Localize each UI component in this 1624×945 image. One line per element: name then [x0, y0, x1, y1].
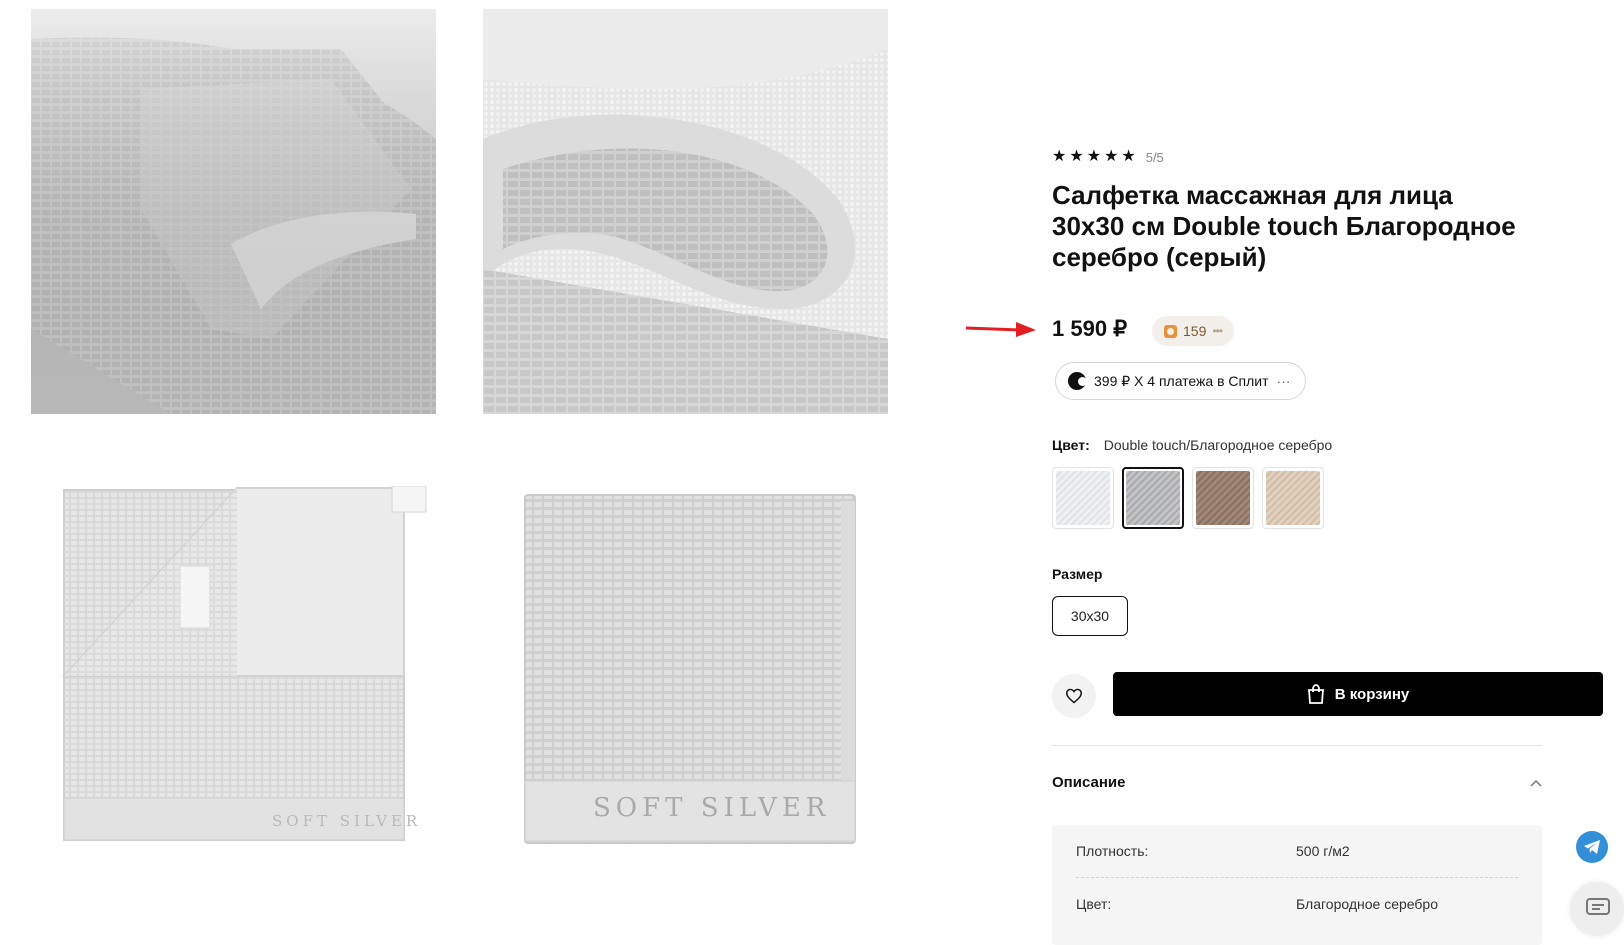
property-row: Цвет: Благородное серебро — [1076, 878, 1518, 930]
swatch-fill — [1196, 471, 1250, 525]
color-label: Цвет: — [1052, 437, 1090, 453]
star-icon: ★ — [1069, 148, 1084, 165]
color-swatch-brown[interactable] — [1192, 467, 1254, 529]
description-title: Описание — [1052, 774, 1126, 791]
divider — [1052, 745, 1542, 746]
heart-icon — [1065, 688, 1083, 704]
photo-4-brand-label: SOFT SILVER — [593, 793, 831, 823]
property-row: Плотность: 500 г/м2 — [1076, 825, 1518, 878]
split-more-icon: ··· — [1276, 373, 1291, 389]
split-logo-icon — [1068, 372, 1087, 390]
star-icon: ★ — [1086, 148, 1102, 165]
swatch-fill — [1056, 471, 1110, 525]
chat-icon — [1586, 898, 1610, 915]
star-icon: ★ — [1121, 148, 1136, 165]
product-photo-2[interactable] — [483, 9, 888, 414]
property-name: Цвет: — [1076, 896, 1112, 912]
telegram-button[interactable] — [1576, 831, 1608, 863]
size-option-30x30[interactable]: 30x30 — [1052, 596, 1128, 636]
swatch-fill — [1126, 471, 1180, 525]
color-swatches — [1052, 467, 1324, 529]
color-row: Цвет: Double touch/Благородное серебро — [1052, 437, 1332, 453]
telegram-icon — [1584, 840, 1600, 854]
property-value: 500 г/м2 — [1296, 843, 1350, 859]
size-label: Размер — [1052, 566, 1103, 582]
star-icon: ★ — [1052, 148, 1067, 165]
split-text: 399 ₽ Х 4 платежа в Сплит — [1094, 372, 1269, 389]
property-value: Благородное серебро — [1296, 896, 1438, 912]
more-dots-icon: ••• — [1212, 324, 1223, 338]
product-title: Салфетка массажная для лица 30х30 см Dou… — [1052, 180, 1516, 272]
add-to-cart-button[interactable]: В корзину — [1113, 672, 1603, 716]
color-value: Double touch/Благородное серебро — [1103, 437, 1333, 453]
color-swatch-beige[interactable] — [1262, 467, 1324, 529]
rating-value: 5/5 — [1145, 149, 1164, 165]
bonus-badge[interactable]: 159 ••• — [1152, 316, 1234, 346]
shopping-bag-icon — [1307, 684, 1324, 704]
product-price: 1 590 ₽ — [1052, 316, 1128, 341]
product-photo-3[interactable]: SOFT SILVER — [62, 486, 438, 842]
split-payment-button[interactable]: 399 ₽ Х 4 платежа в Сплит ··· — [1055, 362, 1306, 400]
color-swatch-white[interactable] — [1052, 467, 1114, 529]
description-accordion-header[interactable]: Описание — [1052, 774, 1542, 791]
bonus-icon — [1164, 324, 1177, 338]
product-photo-4[interactable]: SOFT SILVER — [523, 493, 868, 845]
star-icon: ★ — [1104, 148, 1119, 165]
properties-table: Плотность: 500 г/м2 Цвет: Благородное се… — [1052, 825, 1542, 945]
favorite-button[interactable] — [1052, 674, 1096, 718]
add-to-cart-label: В корзину — [1334, 685, 1410, 703]
chat-button[interactable] — [1570, 882, 1624, 936]
swatch-fill — [1266, 471, 1320, 525]
bonus-points: 159 — [1183, 323, 1207, 339]
red-arrow-icon — [966, 322, 1036, 337]
property-name: Плотность: — [1076, 843, 1149, 859]
product-photo-1[interactable] — [31, 9, 436, 414]
color-swatch-silver[interactable] — [1122, 467, 1184, 529]
photo-3-brand-label: SOFT SILVER — [272, 812, 422, 830]
rating: ★ ★ ★ ★ ★ 5/5 — [1052, 149, 1164, 165]
chevron-up-icon — [1530, 779, 1542, 787]
